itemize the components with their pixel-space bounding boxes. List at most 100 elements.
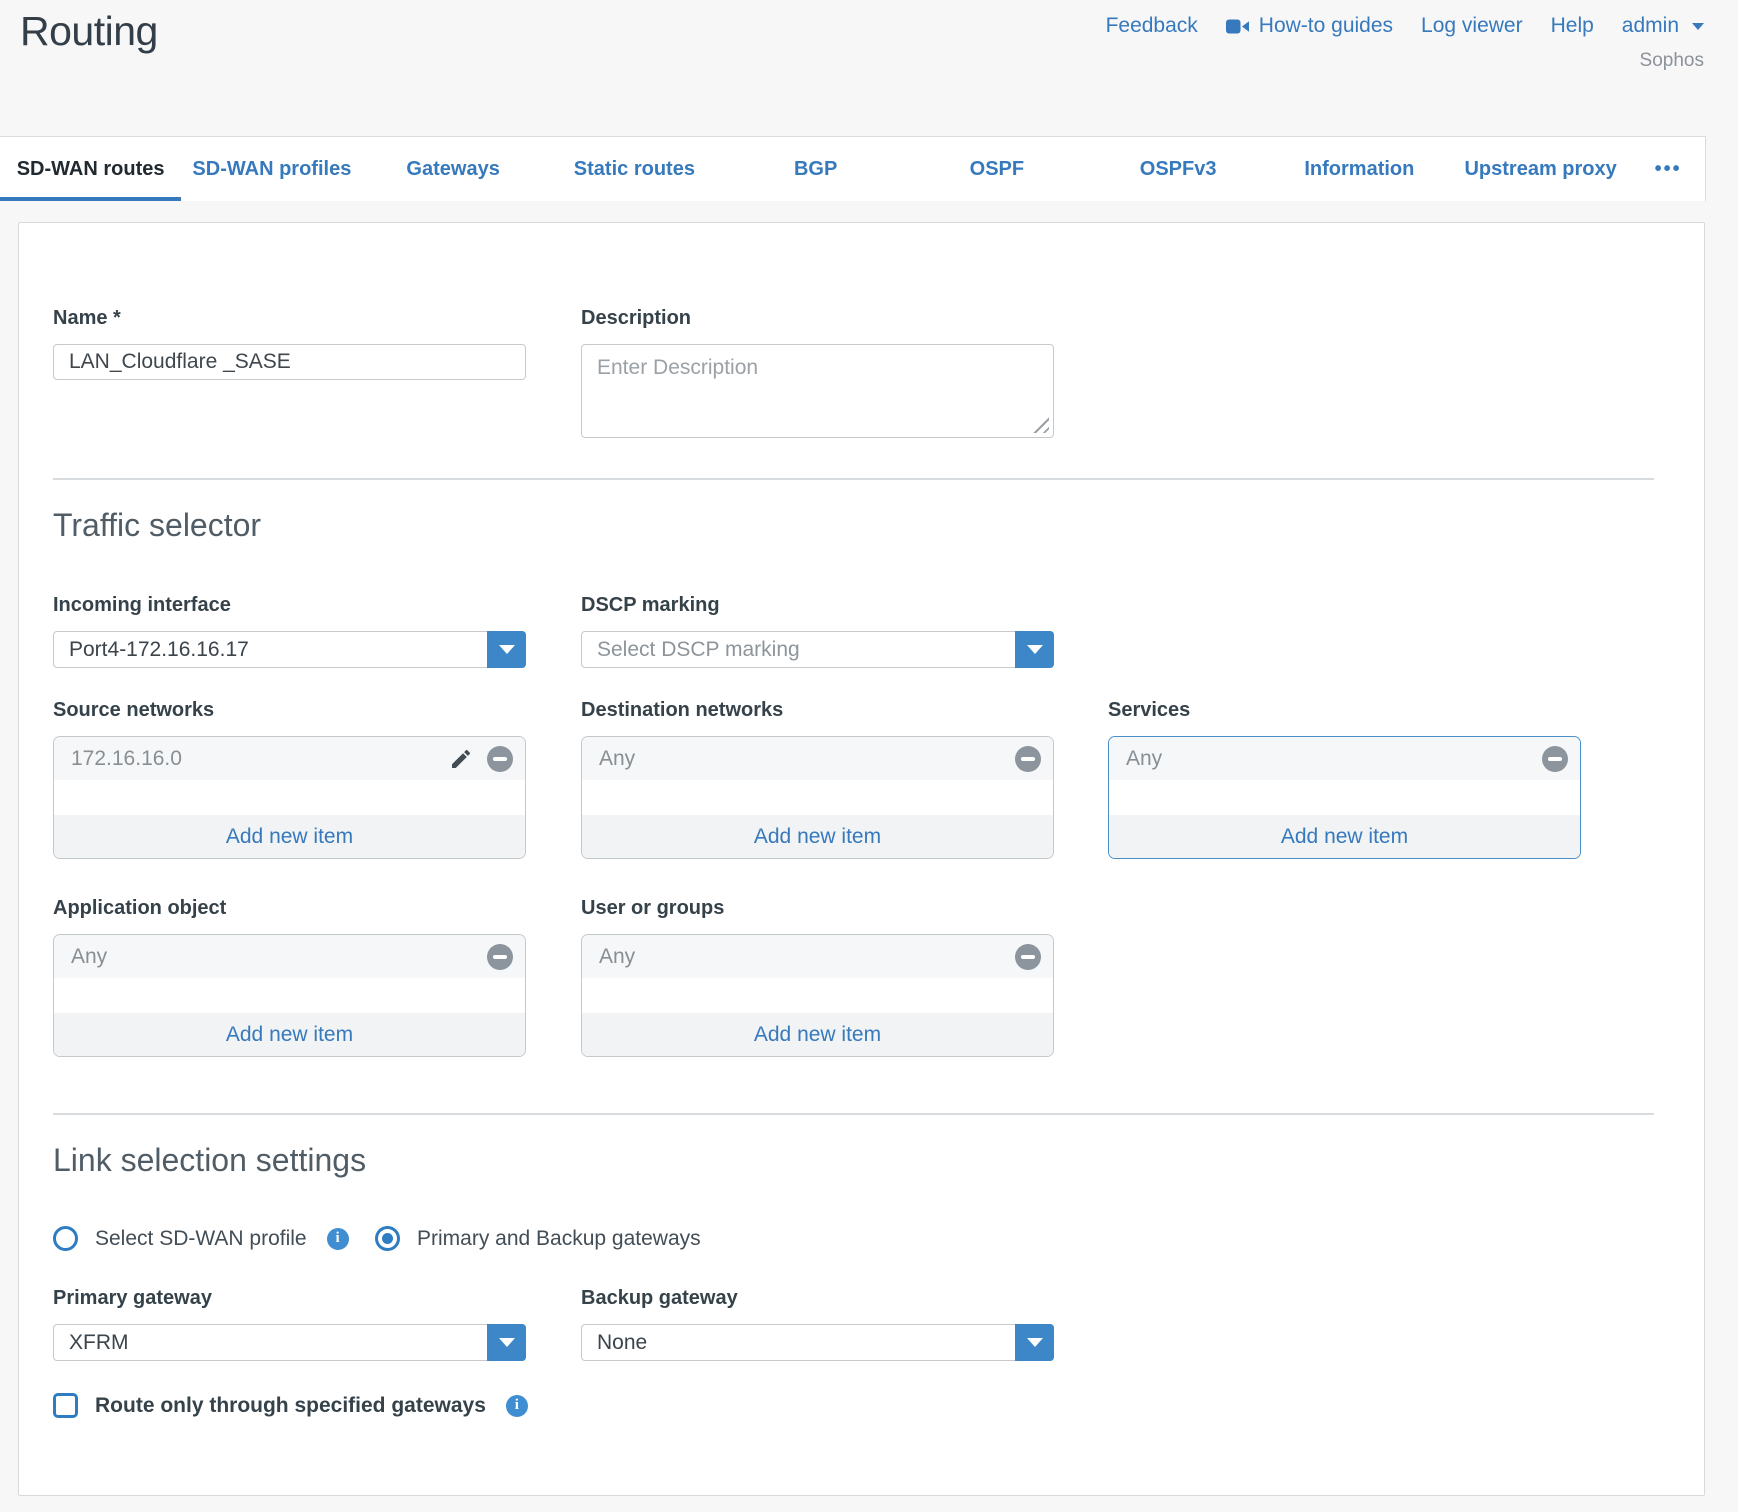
- description-label: Description: [581, 307, 1054, 330]
- brand-label: Sophos: [1640, 50, 1704, 72]
- remove-icon[interactable]: [487, 944, 513, 970]
- tab-gateways[interactable]: Gateways: [363, 137, 544, 201]
- add-new-item-button[interactable]: Add new item: [54, 1013, 525, 1056]
- chevron-down-icon: [1027, 645, 1043, 654]
- incoming-interface-select[interactable]: Port4-172.16.16.17: [53, 631, 526, 668]
- video-icon: [1226, 18, 1250, 35]
- tab-information[interactable]: Information: [1269, 137, 1450, 201]
- primary-backup-radio-group: Primary and Backup gateways: [375, 1226, 701, 1251]
- list-item-label: 172.16.16.0: [71, 747, 449, 771]
- remove-icon[interactable]: [1015, 944, 1041, 970]
- info-icon[interactable]: i: [327, 1228, 349, 1250]
- description-input[interactable]: [581, 344, 1054, 438]
- name-input[interactable]: [53, 344, 526, 380]
- tab-ospf[interactable]: OSPF: [906, 137, 1087, 201]
- feedback-link[interactable]: Feedback: [1106, 14, 1198, 38]
- tab-upstream-proxy[interactable]: Upstream proxy: [1450, 137, 1631, 201]
- admin-menu[interactable]: admin: [1622, 14, 1704, 38]
- tab-bgp[interactable]: BGP: [725, 137, 906, 201]
- destination-networks-label: Destination networks: [581, 699, 1054, 722]
- list-empty-area: [1109, 780, 1580, 815]
- dropdown-button[interactable]: [1015, 1324, 1054, 1361]
- remove-icon[interactable]: [487, 746, 513, 772]
- radio-sdwan-profile-label[interactable]: Select SD-WAN profile: [95, 1227, 307, 1251]
- list-empty-area: [582, 978, 1053, 1013]
- tab-sdwan-profiles[interactable]: SD-WAN profiles: [181, 137, 362, 201]
- radio-primary-backup[interactable]: [375, 1226, 400, 1251]
- services-list: Any Add new item: [1108, 736, 1581, 859]
- list-item: 172.16.16.0: [54, 737, 525, 780]
- incoming-interface-label: Incoming interface: [53, 594, 526, 617]
- dscp-marking-placeholder: Select DSCP marking: [597, 632, 800, 667]
- user-groups-list: Any Add new item: [581, 934, 1054, 1057]
- feedback-label: Feedback: [1106, 14, 1198, 38]
- remove-icon[interactable]: [1015, 746, 1041, 772]
- edit-icon[interactable]: [449, 747, 473, 771]
- help-label: Help: [1551, 14, 1594, 38]
- list-empty-area: [54, 978, 525, 1013]
- tab-sdwan-routes[interactable]: SD-WAN routes: [0, 137, 181, 201]
- primary-gateway-select[interactable]: XFRM: [53, 1324, 526, 1361]
- backup-gateway-value: None: [597, 1325, 647, 1360]
- primary-gateway-label: Primary gateway: [53, 1287, 526, 1310]
- dscp-marking-label: DSCP marking: [581, 594, 1054, 617]
- list-item: Any: [1109, 737, 1580, 780]
- list-empty-area: [582, 780, 1053, 815]
- sdwan-route-form: Name * Description Traffic selector Inco…: [18, 222, 1705, 1496]
- list-item-label: Any: [599, 945, 1015, 969]
- traffic-selector-title: Traffic selector: [53, 507, 261, 544]
- add-new-item-button[interactable]: Add new item: [582, 1013, 1053, 1056]
- more-tabs-button[interactable]: •••: [1631, 137, 1705, 201]
- primary-gateway-value: XFRM: [69, 1325, 129, 1360]
- name-label: Name *: [53, 307, 526, 330]
- dscp-marking-select[interactable]: Select DSCP marking: [581, 631, 1054, 668]
- incoming-interface-value: Port4-172.16.16.17: [69, 632, 249, 667]
- backup-gateway-select[interactable]: None: [581, 1324, 1054, 1361]
- radio-sdwan-profile[interactable]: [53, 1226, 78, 1251]
- list-item: Any: [54, 935, 525, 978]
- section-divider: [53, 1113, 1654, 1115]
- source-networks-list: 172.16.16.0 Add new item: [53, 736, 526, 859]
- info-icon[interactable]: i: [506, 1395, 528, 1417]
- top-nav: Feedback How-to guides Log viewer Help a…: [1106, 14, 1704, 38]
- list-item: Any: [582, 737, 1053, 780]
- page-title: Routing: [20, 8, 158, 55]
- user-groups-label: User or groups: [581, 897, 1054, 920]
- radio-primary-backup-label[interactable]: Primary and Backup gateways: [417, 1227, 701, 1251]
- chevron-down-icon: [1027, 1338, 1043, 1347]
- dropdown-button[interactable]: [487, 631, 526, 668]
- application-object-list: Any Add new item: [53, 934, 526, 1057]
- destination-networks-list: Any Add new item: [581, 736, 1054, 859]
- chevron-down-icon: [499, 1338, 515, 1347]
- remove-icon[interactable]: [1542, 746, 1568, 772]
- chevron-down-icon: [1692, 23, 1704, 30]
- route-only-row: Route only through specified gateways i: [53, 1393, 528, 1418]
- add-new-item-button[interactable]: Add new item: [582, 815, 1053, 858]
- tab-static-routes[interactable]: Static routes: [544, 137, 725, 201]
- tab-ospfv3[interactable]: OSPFv3: [1088, 137, 1269, 201]
- link-selection-title: Link selection settings: [53, 1142, 366, 1179]
- source-networks-label: Source networks: [53, 699, 526, 722]
- services-label: Services: [1108, 699, 1581, 722]
- list-item: Any: [582, 935, 1053, 978]
- add-new-item-button[interactable]: Add new item: [54, 815, 525, 858]
- tab-bar: SD-WAN routes SD-WAN profiles Gateways S…: [0, 136, 1706, 201]
- dropdown-button[interactable]: [1015, 631, 1054, 668]
- route-only-checkbox[interactable]: [53, 1393, 78, 1418]
- list-item-label: Any: [71, 945, 487, 969]
- list-empty-area: [54, 780, 525, 815]
- route-only-label[interactable]: Route only through specified gateways: [95, 1394, 486, 1418]
- how-to-guides-label: How-to guides: [1259, 14, 1393, 38]
- backup-gateway-label: Backup gateway: [581, 1287, 1054, 1310]
- add-new-item-button[interactable]: Add new item: [1109, 815, 1580, 858]
- admin-label: admin: [1622, 14, 1679, 38]
- chevron-down-icon: [499, 645, 515, 654]
- sdwan-profile-radio-group: Select SD-WAN profile i: [53, 1226, 349, 1251]
- log-viewer-link[interactable]: Log viewer: [1421, 14, 1523, 38]
- how-to-guides-link[interactable]: How-to guides: [1226, 14, 1393, 38]
- log-viewer-label: Log viewer: [1421, 14, 1523, 38]
- section-divider: [53, 478, 1654, 480]
- help-link[interactable]: Help: [1551, 14, 1594, 38]
- list-item-label: Any: [599, 747, 1015, 771]
- dropdown-button[interactable]: [487, 1324, 526, 1361]
